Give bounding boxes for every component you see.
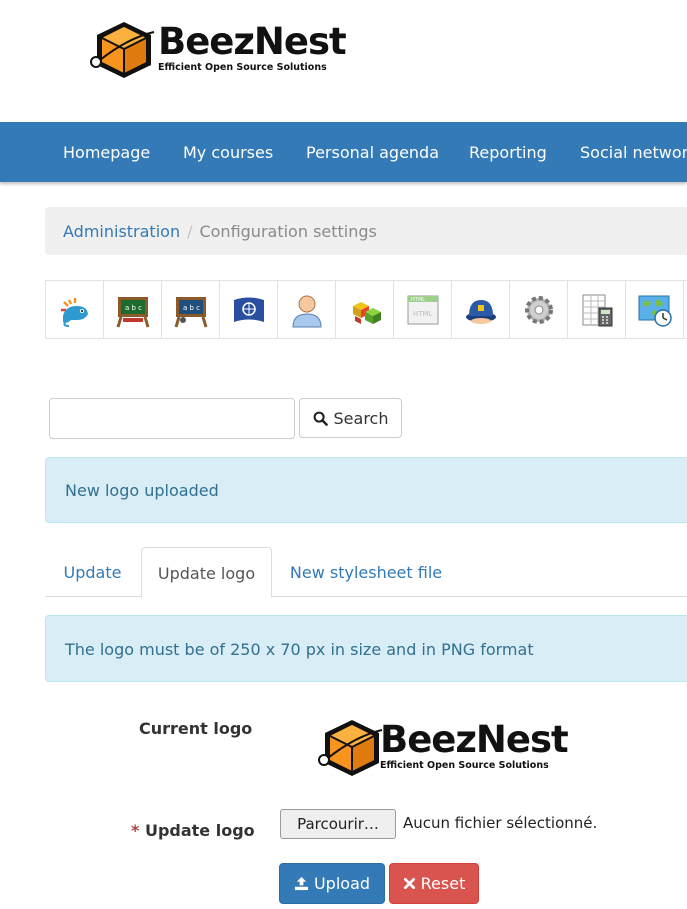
spreadsheet-calculator-icon (582, 294, 612, 326)
nav-homepage[interactable]: Homepage (63, 122, 150, 182)
svg-text:a b c: a b c (183, 304, 200, 312)
logo-tagline: Efficient Open Source Solutions (158, 62, 327, 73)
tab-new-stylesheet-file[interactable]: New stylesheet file (277, 547, 455, 597)
toolbar-cell-reports[interactable] (568, 281, 626, 338)
world-map-clock-icon (638, 295, 672, 327)
alert-logo-uploaded: New logo uploaded (45, 457, 687, 523)
breadcrumb-administration[interactable]: Administration (63, 222, 180, 241)
nav-my-courses[interactable]: My courses (183, 122, 273, 182)
toolbar-cell-users[interactable] (278, 281, 336, 338)
user-icon (291, 295, 322, 327)
search-input[interactable] (49, 398, 295, 439)
session-board-icon: a b c (174, 296, 207, 327)
svg-text:a b c: a b c (125, 304, 142, 312)
toolbar-cell-settings[interactable] (510, 281, 568, 338)
current-logo-image: BeezNest Efficient Open Source Solutions (316, 716, 569, 782)
nav-reporting[interactable]: Reporting (469, 122, 547, 182)
breadcrumb-current: Configuration settings (199, 222, 377, 241)
toolbar-cell-timezone[interactable] (626, 281, 684, 338)
logo-wordmark: BeezNest (158, 20, 347, 63)
search-button[interactable]: Search (299, 398, 402, 438)
beeznest-hexagon-icon (90, 22, 155, 78)
toolbar-cell-html-editor[interactable]: HTML HTML (394, 281, 452, 338)
site-logo[interactable]: BeezNest Efficient Open Source Solutions (88, 18, 347, 84)
language-flag-icon (233, 297, 264, 322)
alert-logo-hint: The logo must be of 250 x 70 px in size … (45, 615, 687, 682)
current-logo-label: Current logo (139, 719, 253, 738)
site-header: BeezNest Efficient Open Source Solutions (0, 0, 687, 122)
chamilo-chameleon-icon (60, 297, 88, 327)
file-status-text: Aucun fichier sélectionné. (403, 814, 598, 832)
toolbar-cell-plugins[interactable] (336, 281, 394, 338)
nav-social-network[interactable]: Social network (580, 122, 687, 182)
breadcrumb-separator: / (187, 222, 193, 241)
toolbar-cell-security[interactable] (452, 281, 510, 338)
reset-button-label: Reset (420, 874, 466, 893)
beeznest-hexagon-icon (318, 720, 383, 776)
nav-personal-agenda[interactable]: Personal agenda (306, 122, 439, 182)
close-icon (403, 877, 415, 890)
course-board-icon: a b c (116, 296, 149, 327)
search-icon (313, 411, 328, 426)
breadcrumb: Administration / Configuration settings (45, 207, 687, 255)
settings-tabs: Update Update logo New stylesheet file (45, 547, 687, 598)
upload-button[interactable]: Upload (279, 863, 385, 904)
svg-text:HTML: HTML (411, 297, 425, 303)
tab-update-logo[interactable]: Update logo (141, 547, 272, 598)
alert-hint-text: The logo must be of 250 x 70 px in size … (65, 640, 534, 659)
file-browse-button[interactable]: Parcourir… (280, 809, 396, 839)
alert-uploaded-text: New logo uploaded (65, 481, 219, 500)
admin-icon-toolbar: a b c a b c HTML HTML (45, 280, 687, 339)
toolbar-cell-courses[interactable]: a b c (104, 281, 162, 338)
security-cap-icon (465, 299, 496, 324)
search-button-label: Search (333, 408, 389, 428)
upload-button-label: Upload (313, 874, 371, 893)
svg-text:HTML: HTML (413, 310, 433, 318)
current-logo-wordmark: BeezNest (380, 718, 569, 761)
required-marker: * (131, 821, 140, 840)
toolbar-cell-sessions[interactable]: a b c (162, 281, 220, 338)
toolbar-cell-chamilo[interactable] (46, 281, 104, 338)
update-logo-label-text: Update logo (144, 821, 255, 840)
plugins-blocks-icon (352, 301, 381, 324)
tab-update[interactable]: Update (45, 547, 140, 597)
upload-icon (294, 876, 309, 891)
toolbar-cell-languages[interactable] (220, 281, 278, 338)
main-navbar: Homepage My courses Personal agenda Repo… (0, 122, 687, 182)
current-logo-tagline: Efficient Open Source Solutions (380, 760, 549, 771)
reset-button[interactable]: Reset (389, 863, 479, 904)
settings-gear-icon (524, 295, 553, 324)
update-logo-label: * Update logo (131, 821, 255, 840)
html-editor-icon: HTML HTML (407, 295, 438, 324)
